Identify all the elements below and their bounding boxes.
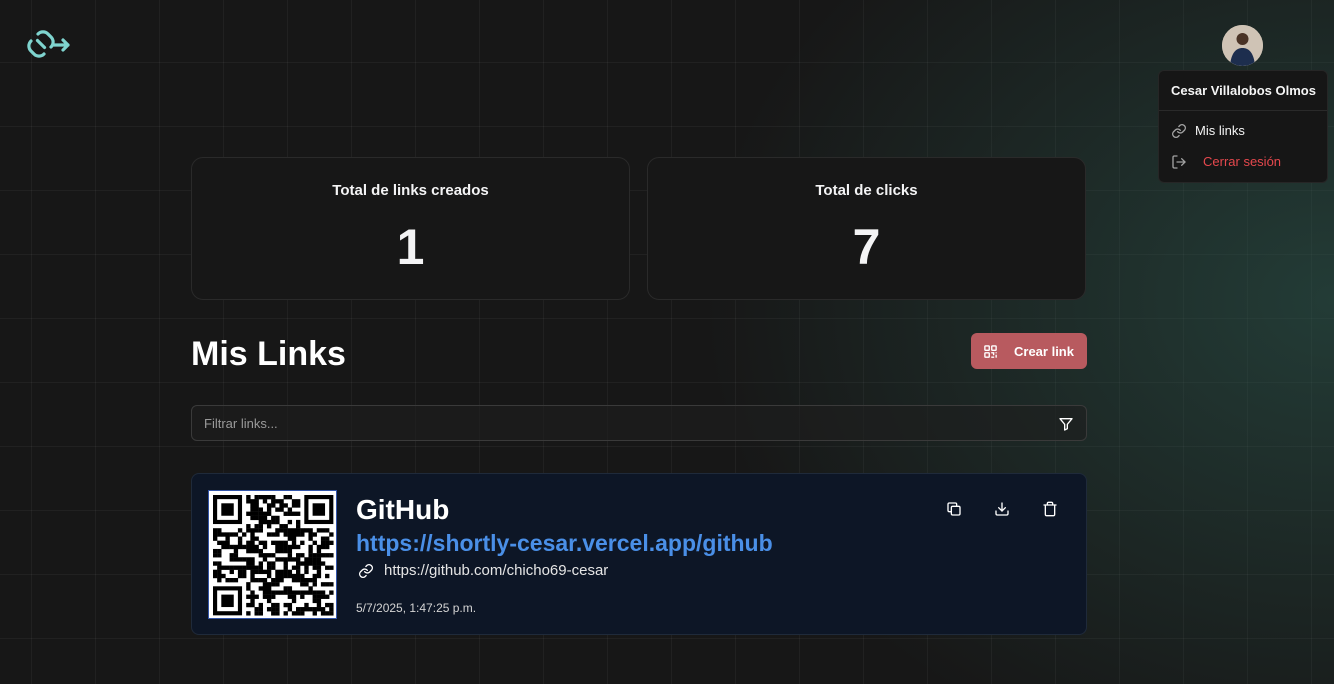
- menu-item-label: Mis links: [1195, 123, 1245, 138]
- download-button[interactable]: [991, 498, 1013, 520]
- user-name: Cesar Villalobos Olmos: [1159, 71, 1327, 111]
- stat-value: 7: [852, 219, 881, 275]
- page-title: Mis Links: [191, 335, 346, 373]
- stat-card-clicks: Total de clicks 7: [647, 157, 1086, 300]
- stat-value: 1: [396, 219, 425, 275]
- create-link-button[interactable]: Crear link: [971, 333, 1087, 369]
- app-logo[interactable]: [24, 24, 72, 68]
- menu-item-label: Cerrar sesión: [1203, 154, 1282, 169]
- filter-input[interactable]: [192, 406, 1086, 440]
- stat-title: Total de clicks: [815, 182, 918, 199]
- filter-box: [191, 405, 1087, 441]
- link-arrow-icon: [27, 30, 70, 58]
- created-date: 5/7/2025, 1:47:25 p.m.: [356, 601, 477, 615]
- download-icon: [995, 502, 1009, 516]
- create-link-label: Crear link: [1014, 343, 1074, 359]
- link-title: GitHub: [356, 494, 450, 525]
- delete-button[interactable]: [1039, 498, 1061, 520]
- short-url-link[interactable]: https://shortly-cesar.vercel.app/github: [356, 530, 773, 557]
- menu-item-mis-links[interactable]: Mis links: [1159, 115, 1327, 146]
- logout-icon: [1172, 154, 1186, 169]
- copy-icon: [947, 502, 961, 516]
- menu-item-logout[interactable]: Cerrar sesión: [1159, 146, 1327, 177]
- original-url-text: https://github.com/chicho69-cesar: [384, 562, 609, 579]
- stat-card-links: Total de links creados 1: [191, 157, 630, 300]
- link-icon: [359, 563, 373, 578]
- copy-button[interactable]: [943, 498, 965, 520]
- user-menu: Cesar Villalobos Olmos Mis links Cerrar …: [1158, 70, 1328, 183]
- filter-icon[interactable]: [1058, 416, 1074, 432]
- link-icon: [1172, 123, 1186, 138]
- avatar-image: [1222, 25, 1263, 66]
- trash-icon: [1043, 501, 1057, 517]
- user-avatar[interactable]: [1222, 25, 1263, 66]
- qr-code-image: [208, 490, 337, 619]
- qr-code-icon: [984, 344, 997, 358]
- original-url: https://github.com/chicho69-cesar: [358, 562, 608, 579]
- link-card: GitHub https://shortly-cesar.vercel.app/…: [191, 473, 1087, 635]
- stat-title: Total de links creados: [332, 182, 489, 199]
